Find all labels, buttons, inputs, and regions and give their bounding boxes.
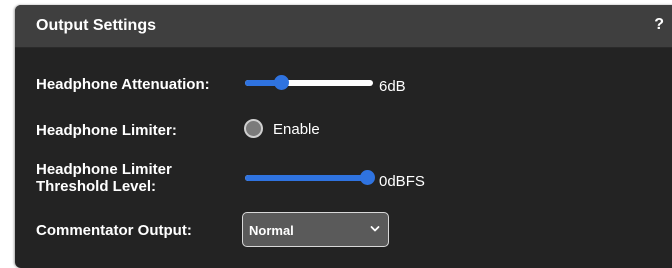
panel-header: Output Settings ? (15, 5, 672, 48)
headphone-attenuation-value: 6dB (379, 78, 406, 95)
commentator-output-selected: Normal (249, 223, 294, 238)
help-button[interactable]: ? (654, 16, 664, 34)
threshold-level-label-line2: Threshold Level: (36, 178, 157, 195)
output-settings-panel: Output Settings ? Headphone Attenuation:… (15, 5, 672, 268)
slider-thumb[interactable] (360, 170, 375, 185)
headphone-limiter-enable-label[interactable]: Enable (273, 121, 320, 138)
commentator-output-select[interactable]: Normal (242, 212, 389, 247)
threshold-level-slider[interactable] (245, 169, 375, 187)
commentator-output-label: Commentator Output: (36, 222, 192, 239)
threshold-level-label-line1: Headphone Limiter (36, 161, 172, 178)
headphone-limiter-enable-radio[interactable] (244, 119, 263, 138)
headphone-attenuation-label: Headphone Attenuation: (36, 76, 210, 93)
chevron-down-icon (370, 226, 380, 232)
headphone-attenuation-slider[interactable] (245, 74, 373, 92)
threshold-level-value: 0dBFS (379, 173, 425, 190)
slider-fill (245, 175, 367, 181)
headphone-limiter-label: Headphone Limiter: (36, 122, 177, 139)
slider-thumb[interactable] (274, 75, 289, 90)
panel-title: Output Settings (36, 17, 156, 34)
